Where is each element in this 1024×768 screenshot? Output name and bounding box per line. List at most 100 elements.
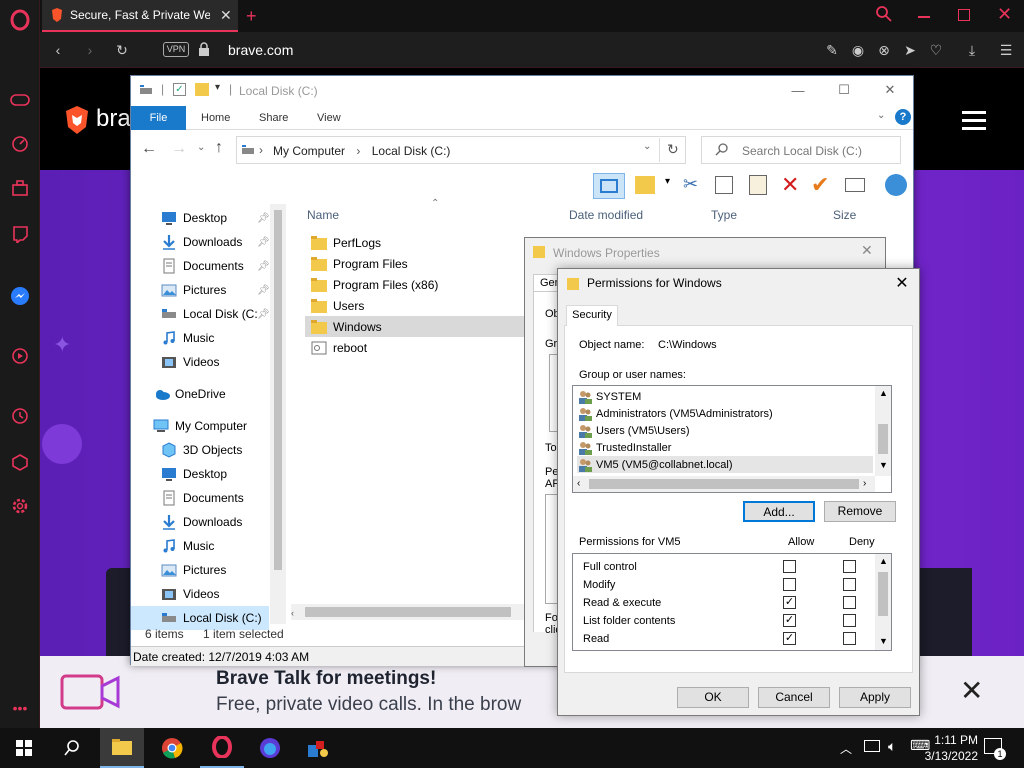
group-hscrollbar[interactable]: ‹ ›	[573, 476, 875, 492]
allow-checkbox[interactable]: ✓	[783, 596, 796, 609]
reload-icon[interactable]: ↻	[112, 40, 132, 60]
window-close-button[interactable]: ✕	[867, 76, 913, 104]
history-icon[interactable]	[8, 404, 32, 428]
twitch-icon[interactable]	[8, 222, 32, 246]
nav-item-downloads[interactable]: Downloads 📌︎	[131, 230, 281, 254]
back-icon[interactable]: ‹	[48, 40, 68, 60]
help-icon[interactable]: ?	[895, 109, 911, 125]
tab-file[interactable]: File	[131, 106, 186, 130]
file-row[interactable]: Users	[305, 295, 525, 316]
refresh-icon[interactable]: ↻	[667, 141, 679, 158]
group-item[interactable]: SYSTEM	[577, 388, 873, 405]
group-item[interactable]: VM5 (VM5@collabnet.local)	[577, 456, 873, 473]
nav-item-pictures[interactable]: Pictures 📌︎	[131, 278, 281, 302]
perm-vscrollbar[interactable]: ▲ ▼	[875, 554, 891, 650]
nav-item-onedrive[interactable]: OneDrive	[131, 382, 281, 406]
browser-tab[interactable]: Secure, Fast & Private Web ✕	[42, 0, 238, 32]
opera-logo-icon[interactable]	[8, 8, 32, 32]
add-button[interactable]: Add...	[743, 501, 815, 522]
file-row[interactable]: Program Files (x86)	[305, 274, 525, 295]
more-icon[interactable]: •••	[8, 696, 32, 720]
allow-checkbox[interactable]	[783, 578, 796, 591]
player-icon[interactable]	[8, 344, 32, 368]
group-item[interactable]: Users (VM5\Users)	[577, 422, 873, 439]
new-tab-icon[interactable]: +	[246, 6, 257, 27]
nav-item-desktop[interactable]: Desktop	[131, 462, 281, 486]
adblock-icon[interactable]: ⊗	[874, 40, 894, 60]
deny-checkbox[interactable]	[843, 632, 856, 645]
file-row[interactable]: reboot	[305, 337, 525, 358]
restore-icon[interactable]	[958, 9, 970, 21]
easy-setup-icon[interactable]: ☰	[996, 40, 1016, 60]
new-folder-qa-icon[interactable]	[195, 83, 209, 96]
banner-close-icon[interactable]: ✕	[960, 674, 983, 707]
allow-checkbox[interactable]: ✓	[783, 614, 796, 627]
address-dropdown-icon[interactable]: ⌄	[643, 141, 651, 152]
up-arrow-icon[interactable]: ↑	[215, 139, 223, 157]
tab-home[interactable]: Home	[188, 106, 243, 130]
breadcrumb-local-disk[interactable]: Local Disk (C:)	[372, 144, 451, 158]
new-dropdown-icon[interactable]: ▾	[665, 176, 670, 187]
window-maximize-button[interactable]: ☐	[821, 76, 867, 104]
nav-item-videos[interactable]: Videos	[131, 350, 281, 374]
group-item[interactable]: TrustedInstaller	[577, 439, 873, 456]
new-folder-icon[interactable]	[635, 176, 655, 194]
download-icon[interactable]: ⤓	[962, 40, 982, 60]
explorer-titlebar[interactable]: | ✓ ▾ | Local Disk (C:) — ☐ ✕	[131, 76, 913, 104]
qa-dropdown-icon[interactable]: ▾	[215, 82, 220, 93]
column-name[interactable]: Name	[307, 208, 339, 222]
column-date-modified[interactable]: Date modified	[569, 208, 643, 222]
edit-icon[interactable]: ✎	[822, 40, 842, 60]
properties-close-icon[interactable]: ✕	[861, 242, 873, 259]
nav-item-3d-objects[interactable]: 3D Objects	[131, 438, 281, 462]
nav-item-videos[interactable]: Videos	[131, 582, 281, 606]
heart-icon[interactable]: ♡	[926, 40, 946, 60]
rename-check-icon[interactable]: ✔	[811, 172, 829, 198]
group-item[interactable]: Administrators (VM5\Administrators)	[577, 405, 873, 422]
system-clock[interactable]: 1:11 PM 3/13/2022	[925, 732, 978, 764]
group-vscrollbar[interactable]: ▲ ▼	[875, 386, 891, 476]
nav-item-music[interactable]: Music	[131, 326, 281, 350]
url-field[interactable]: brave.com	[228, 42, 293, 58]
apply-button[interactable]: Apply	[839, 687, 911, 708]
nav-item-music[interactable]: Music	[131, 534, 281, 558]
cube-icon[interactable]	[8, 450, 32, 474]
deny-checkbox[interactable]	[843, 614, 856, 627]
globe-icon[interactable]	[885, 174, 907, 196]
nav-item-local-disk-c[interactable]: Local Disk (C: 📌︎	[131, 302, 281, 326]
send-icon[interactable]: ➤	[900, 40, 920, 60]
vpn-badge[interactable]: VPN	[163, 42, 189, 57]
volume-icon[interactable]: 🔈︎	[888, 738, 896, 755]
file-hscrollbar[interactable]: ‹	[291, 604, 527, 620]
hamburger-menu-icon[interactable]	[962, 111, 986, 130]
search-field[interactable]: Search Local Disk (C:)	[701, 136, 901, 164]
nav-scrollbar[interactable]	[270, 204, 286, 624]
deny-checkbox[interactable]	[843, 578, 856, 591]
properties-qa-icon[interactable]: ✓	[173, 83, 186, 96]
messenger-icon[interactable]	[8, 284, 32, 308]
nav-item-pictures[interactable]: Pictures	[131, 558, 281, 582]
start-button[interactable]	[2, 728, 46, 768]
minimize-icon[interactable]	[918, 16, 930, 18]
tray-chevron-icon[interactable]: ︿	[840, 740, 852, 757]
taskbar-search-icon[interactable]	[50, 728, 94, 768]
nav-item-desktop[interactable]: Desktop 📌︎	[131, 206, 281, 230]
opera-taskbar-icon[interactable]	[200, 728, 244, 768]
tab-view[interactable]: View	[304, 106, 354, 130]
copy-icon[interactable]	[715, 176, 733, 194]
tab-share[interactable]: Share	[246, 106, 301, 130]
settings-gear-icon[interactable]	[8, 494, 32, 518]
breadcrumb-my-computer[interactable]: My Computer	[273, 144, 345, 158]
nav-item-downloads[interactable]: Downloads	[131, 510, 281, 534]
delete-icon[interactable]: ✕	[781, 172, 799, 198]
recent-locations-icon[interactable]: ⌄	[197, 142, 205, 153]
nav-item-documents[interactable]: Documents 📌︎	[131, 254, 281, 278]
pin-icon[interactable]: 📌︎	[257, 261, 270, 272]
file-explorer-taskbar-icon[interactable]	[100, 728, 144, 768]
column-size[interactable]: Size	[833, 208, 856, 222]
preview-pane-icon[interactable]	[593, 173, 625, 199]
firefox-taskbar-icon[interactable]	[248, 728, 292, 768]
permissions-close-icon[interactable]: ✕	[888, 271, 916, 295]
cut-icon[interactable]: ✂	[683, 174, 698, 195]
back-arrow-icon[interactable]: ←	[141, 140, 157, 158]
